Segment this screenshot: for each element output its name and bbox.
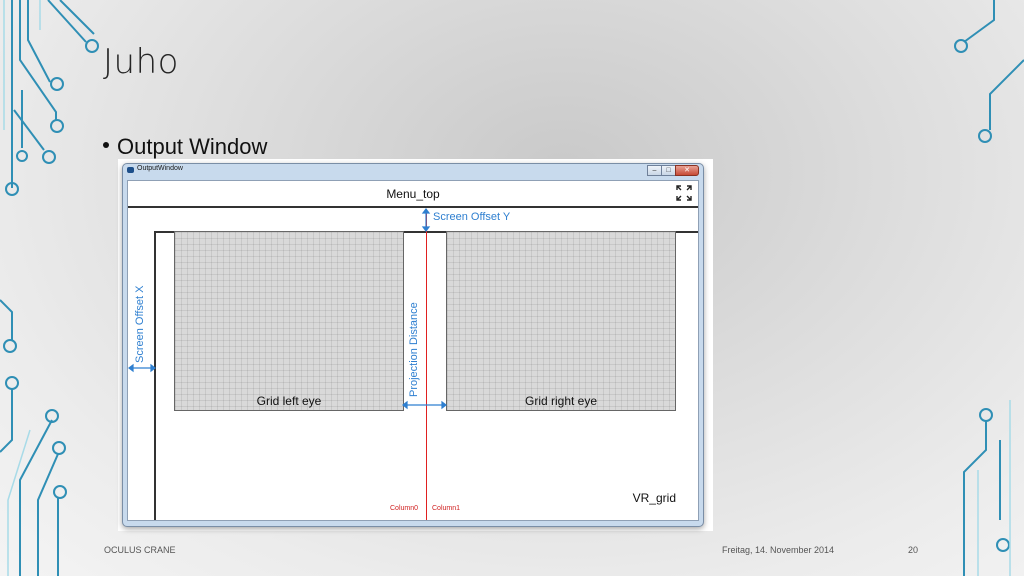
window-client-area: Menu_top Grid left eye Grid right eye Co… (127, 180, 699, 521)
window-app-icon (127, 167, 134, 173)
minimize-button[interactable]: – (647, 165, 662, 176)
footer-date: Freitag, 14. November 2014 (722, 545, 835, 555)
slide-number: 20 (908, 545, 919, 555)
slide-title: Juho (103, 42, 179, 82)
bullet-text: Output Window (117, 134, 268, 159)
window-controls: – □ ✕ (647, 165, 699, 176)
footer-title: OCULUS CRANE (104, 545, 176, 555)
maximize-button[interactable]: □ (661, 165, 676, 176)
screen-offset-y-annotation: Screen Offset Y (433, 211, 511, 223)
screen-offset-x-annotation: Screen Offset X (134, 285, 146, 363)
close-button[interactable]: ✕ (675, 165, 699, 176)
window-title: OutputWindow (137, 165, 183, 172)
bullet-dot (103, 142, 109, 149)
output-window: OutputWindow – □ ✕ Menu_top Grid left ey… (122, 163, 704, 527)
bullet-item: Output Window (103, 134, 267, 160)
window-titlebar[interactable]: OutputWindow – □ ✕ (123, 164, 703, 178)
projection-distance-annotation: Projection Distance (408, 302, 420, 397)
output-window-screenshot: OutputWindow – □ ✕ Menu_top Grid left ey… (118, 159, 713, 531)
